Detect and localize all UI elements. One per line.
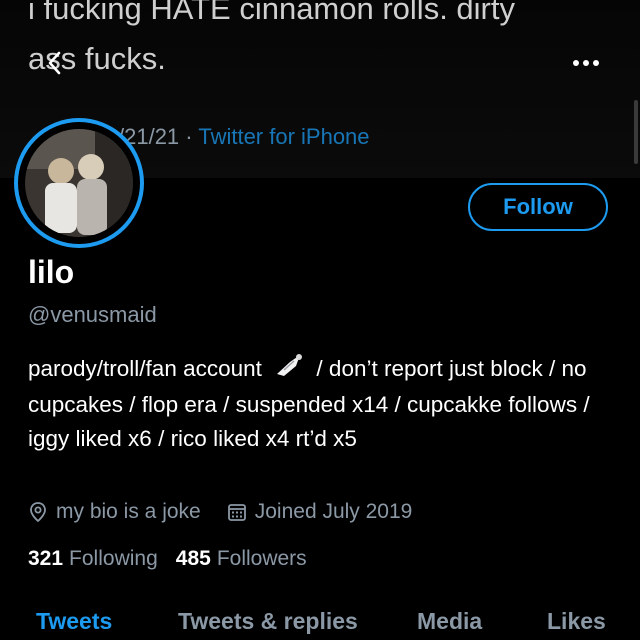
- joined-item: Joined July 2019: [227, 500, 413, 524]
- followers-stat[interactable]: 485 Followers: [176, 547, 307, 571]
- location-text: my bio is a joke: [56, 500, 201, 523]
- bio-text-part1: parody/troll/fan account: [28, 356, 262, 381]
- tab-likes[interactable]: Likes: [547, 608, 606, 635]
- profile-handle: @venusmaid: [28, 302, 157, 327]
- avatar[interactable]: [14, 118, 144, 248]
- follow-stats: 321 Following 485 Followers: [28, 547, 325, 571]
- tweet-meta: /21/21 · Twitter for iPhone: [118, 124, 370, 150]
- bouquet-icon: [274, 352, 304, 388]
- following-stat[interactable]: 321 Following: [28, 547, 158, 571]
- meta-separator: ·: [185, 124, 193, 149]
- profile-meta: my bio is a joke Joined July 2019: [28, 500, 438, 524]
- tab-tweets-replies[interactable]: Tweets & replies: [178, 608, 358, 635]
- followers-count: 485: [175, 547, 211, 570]
- tweet-source[interactable]: Twitter for iPhone: [198, 124, 369, 149]
- joined-text: Joined July 2019: [254, 500, 413, 523]
- following-label: Following: [69, 547, 158, 570]
- followers-label: Followers: [216, 547, 307, 570]
- more-dots-icon: [573, 60, 599, 66]
- tab-tweets[interactable]: Tweets: [36, 608, 112, 635]
- avatar-photo: [25, 129, 133, 237]
- location-pin-icon: [30, 502, 46, 523]
- scrollbar[interactable]: [634, 100, 638, 164]
- back-button[interactable]: [40, 48, 70, 78]
- profile-tabs: Tweets Tweets & replies Media Likes: [0, 600, 640, 640]
- follow-button[interactable]: Follow: [468, 183, 608, 231]
- profile-bio: parody/troll/fan account / don’t report …: [28, 352, 608, 456]
- pinned-tweet-text: i fucking HATE cinnamon rolls. dirty ass…: [28, 0, 515, 76]
- profile-name: lilo: [28, 254, 75, 290]
- more-options-button[interactable]: [568, 48, 604, 78]
- location-item: my bio is a joke: [28, 500, 201, 524]
- chevron-left-icon: [48, 51, 61, 75]
- tab-media[interactable]: Media: [417, 608, 482, 635]
- calendar-icon: [227, 504, 246, 521]
- following-count: 321: [28, 547, 64, 570]
